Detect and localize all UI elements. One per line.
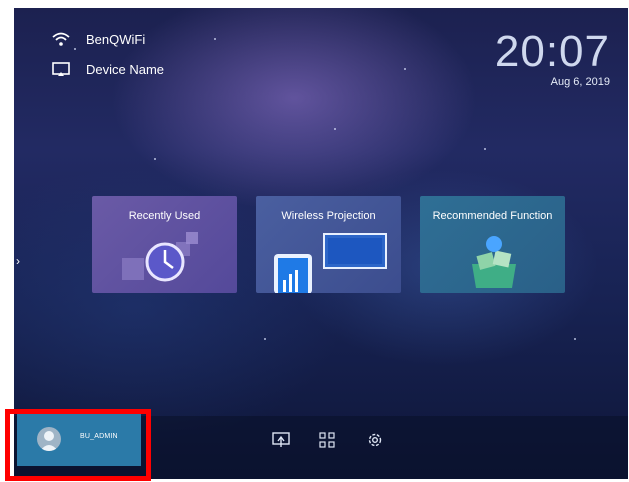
clock-time: 20:07 — [494, 27, 610, 76]
tile-recently-used[interactable]: Recently Used — [92, 196, 237, 293]
gift-box-icon — [472, 236, 516, 288]
star — [74, 48, 76, 50]
star — [264, 338, 266, 340]
tile-label: Wireless Projection — [281, 210, 376, 222]
wifi-name: BenQWiFi — [86, 31, 146, 47]
wifi-status: BenQWiFi — [50, 30, 145, 48]
star — [154, 158, 156, 160]
settings-gear-icon[interactable] — [366, 431, 384, 449]
tile-recommended-function[interactable]: Recommended Function — [420, 196, 565, 293]
star — [574, 338, 576, 340]
device-status: Device Name — [50, 60, 164, 78]
apps-grid-icon[interactable] — [318, 431, 336, 449]
clock-icon — [122, 232, 198, 282]
sidebar-expand-icon[interactable]: › — [16, 254, 20, 268]
star — [404, 68, 406, 70]
tile-label: Recently Used — [128, 210, 201, 222]
cast-screen-icon — [50, 60, 72, 78]
screen-mirror-icon[interactable] — [272, 431, 290, 449]
phone-screen-icon — [274, 233, 387, 293]
tile-wireless-projection[interactable]: Wireless Projection — [256, 196, 401, 293]
selection-highlight — [5, 409, 151, 481]
tile-label: Recommended Function — [432, 210, 553, 222]
clock-date: Aug 6, 2019 — [550, 76, 610, 88]
device-name: Device Name — [86, 61, 165, 77]
star — [334, 128, 336, 130]
wifi-icon — [50, 30, 72, 48]
star — [214, 38, 216, 40]
star — [484, 148, 486, 150]
